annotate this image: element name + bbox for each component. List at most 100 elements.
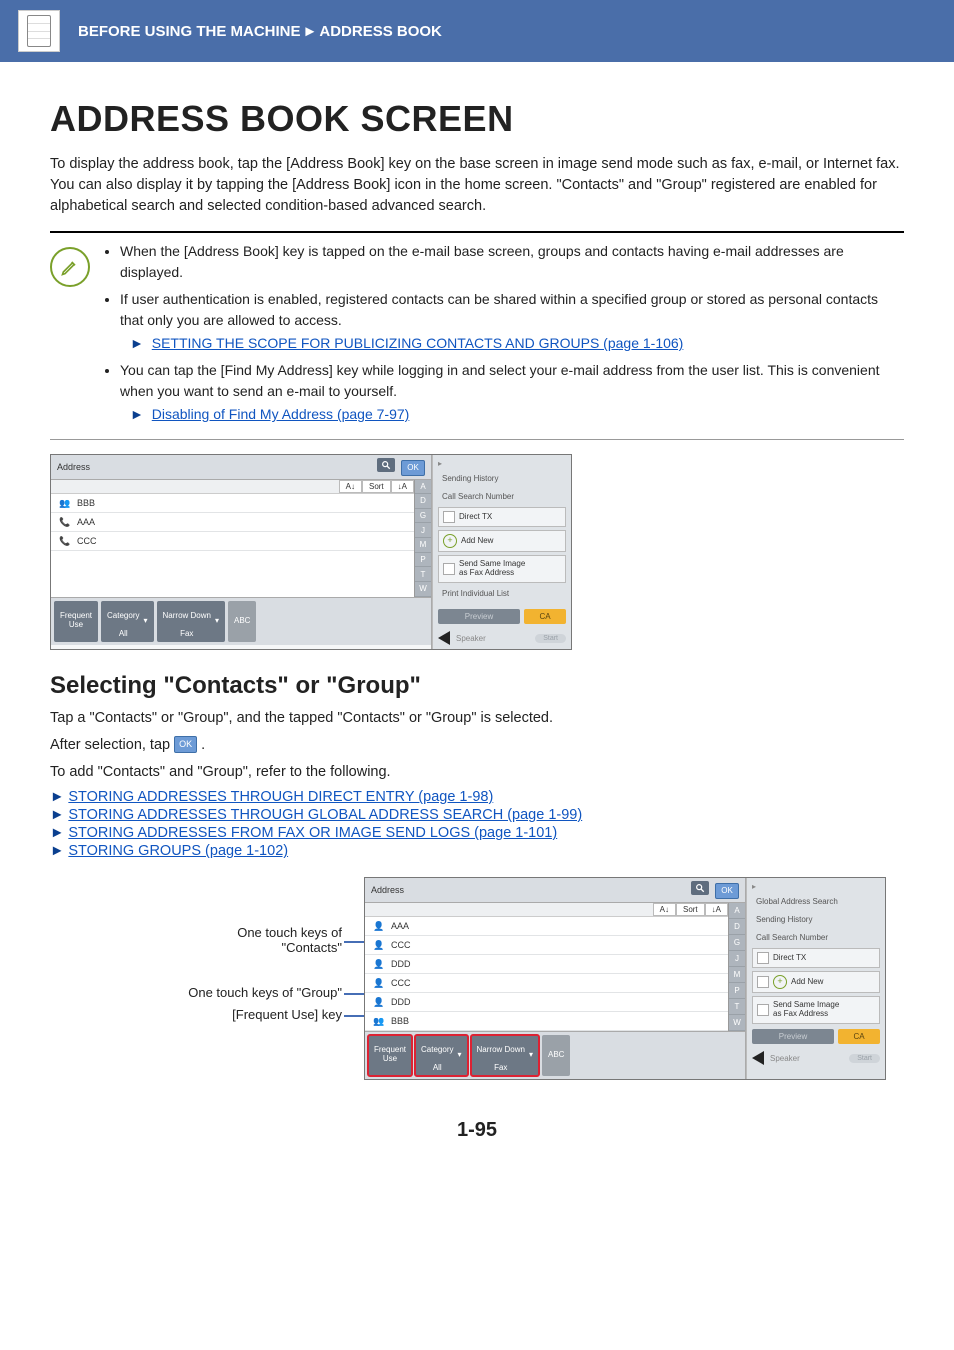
speaker-label: Speaker [770, 1054, 800, 1063]
category-tab[interactable]: Category All ▾ [101, 601, 153, 642]
checkbox-icon [443, 511, 455, 523]
header-bar: BEFORE USING THE MACHINE ► ADDRESS BOOK [0, 0, 954, 62]
alpha-index-item[interactable]: A [729, 903, 745, 919]
abc-tab[interactable]: ABC [542, 1035, 570, 1076]
address-book-screen-figure-2: Address OK A↓ Sort ↓A [364, 877, 886, 1080]
alpha-index-item[interactable]: T [415, 567, 431, 582]
note-text: When the [Address Book] key is tapped on… [120, 243, 844, 280]
note-text: You can tap the [Find My Address] key wh… [120, 362, 880, 399]
list-item[interactable]: 👤CCC [365, 936, 728, 955]
note-list: When the [Address Book] key is tapped on… [104, 241, 904, 425]
alpha-index-item[interactable]: M [415, 538, 431, 553]
preview-button[interactable]: Preview [752, 1029, 834, 1044]
action-item[interactable]: Send Same Image as Fax Address [752, 996, 880, 1024]
action-item[interactable]: Sending History [752, 912, 880, 927]
alpha-index-column: A D G J M P T W [414, 480, 431, 597]
alpha-index-item[interactable]: P [729, 983, 745, 999]
alpha-index-item[interactable]: D [729, 919, 745, 935]
xref-link[interactable]: STORING ADDRESSES THROUGH DIRECT ENTRY (… [68, 789, 493, 805]
alpha-index-item[interactable]: M [729, 967, 745, 983]
sub-paragraph-1: Tap a "Contacts" or "Group", and the tap… [50, 708, 904, 729]
action-item[interactable]: +Add New [752, 971, 880, 993]
header-doc-icon [18, 10, 60, 52]
alpha-index-column: A D G J M P T W [728, 903, 745, 1031]
alpha-index-item[interactable]: W [729, 1015, 745, 1031]
action-item[interactable]: Direct TX [752, 948, 880, 968]
ok-inline-chip: OK [174, 736, 197, 753]
sort-asc-chip[interactable]: A↓ [339, 480, 362, 493]
xref-link[interactable]: STORING GROUPS (page 1-102) [68, 843, 288, 859]
sort-desc-chip[interactable]: ↓A [705, 903, 728, 916]
frequent-use-tab[interactable]: Frequent Use [54, 601, 98, 642]
ok-button[interactable]: OK [401, 460, 425, 476]
action-item[interactable]: Global Address Search [752, 894, 880, 909]
xref-link[interactable]: SETTING THE SCOPE FOR PUBLICIZING CONTAC… [152, 335, 684, 351]
action-item[interactable]: Call Search Number [438, 489, 566, 504]
narrow-down-tab[interactable]: Narrow Down Fax ▾ [157, 601, 225, 642]
divider-top [50, 231, 904, 233]
xref-link[interactable]: STORING ADDRESSES THROUGH GLOBAL ADDRESS… [68, 807, 582, 823]
group-icon: 👥 [59, 498, 71, 508]
list-item[interactable]: 👤CCC [365, 974, 728, 993]
action-item[interactable]: Call Search Number [752, 930, 880, 945]
xref-link[interactable]: Disabling of Find My Address (page 7-97) [152, 406, 410, 422]
abc-tab[interactable]: ABC [228, 601, 256, 642]
link-arrow-icon: ► [130, 335, 144, 351]
narrow-down-tab[interactable]: Narrow Down Fax ▾ [471, 1035, 539, 1076]
page-number: 1-95 [50, 1119, 904, 1172]
speaker-icon [438, 631, 450, 645]
alpha-index-item[interactable]: A [415, 480, 431, 495]
action-item[interactable]: Send Same Image as Fax Address [438, 555, 566, 583]
list-item[interactable]: 👤DDD [365, 955, 728, 974]
address-list: 👥 BBB 📞 AAA 📞 CCC [51, 494, 414, 597]
list-item[interactable]: 📞 CCC [51, 532, 414, 551]
frequent-use-tab[interactable]: Frequent Use [368, 1035, 412, 1076]
start-button[interactable]: Start [849, 1054, 880, 1063]
page-content: ADDRESS BOOK SCREEN To display the addre… [0, 62, 954, 1182]
xref-link[interactable]: STORING ADDRESSES FROM FAX OR IMAGE SEND… [68, 825, 557, 841]
alpha-index-item[interactable]: W [415, 582, 431, 597]
preview-button[interactable]: Preview [438, 609, 520, 624]
sort-desc-chip[interactable]: ↓A [391, 480, 414, 493]
alpha-index-item[interactable]: T [729, 999, 745, 1015]
note-text: If user authentication is enabled, regis… [120, 291, 878, 328]
list-item[interactable]: 📞 AAA [51, 513, 414, 532]
action-item[interactable]: +Add New [438, 530, 566, 552]
breadcrumb-section: BEFORE USING THE MACHINE [78, 23, 301, 40]
alpha-index-item[interactable]: J [415, 523, 431, 538]
sort-bar: A↓ Sort ↓A [51, 480, 414, 494]
ok-button[interactable]: OK [715, 883, 739, 899]
action-item[interactable]: Direct TX [438, 507, 566, 527]
sort-asc-chip[interactable]: A↓ [653, 903, 676, 916]
alpha-index-item[interactable]: D [415, 494, 431, 509]
plus-icon: + [773, 975, 787, 989]
cross-reference-list: ► STORING ADDRESSES THROUGH DIRECT ENTRY … [50, 789, 904, 859]
link-arrow-icon: ► [130, 406, 144, 422]
divider-bottom [50, 439, 904, 440]
list-item[interactable]: 👤DDD [365, 993, 728, 1012]
category-tab[interactable]: Category All ▾ [415, 1035, 467, 1076]
alpha-index-item[interactable]: G [729, 935, 745, 951]
ca-button[interactable]: CA [524, 609, 566, 624]
anno-contacts-label: One touch keys of "Contacts" [52, 925, 342, 955]
tab-label: Narrow Down [163, 611, 211, 620]
phone-icon: 📞 [59, 517, 71, 527]
screen-title: Address [57, 462, 90, 472]
alpha-index-item[interactable]: J [729, 951, 745, 967]
action-item[interactable]: Print Individual List [438, 586, 566, 601]
search-icon[interactable] [691, 881, 709, 895]
sort-label: Sort [362, 480, 391, 493]
list-item[interactable]: 👥BBB [365, 1012, 728, 1031]
list-item[interactable]: 👥 BBB [51, 494, 414, 513]
alpha-index-item[interactable]: G [415, 509, 431, 524]
alpha-index-item[interactable]: P [415, 553, 431, 568]
search-icon[interactable] [377, 458, 395, 472]
list-item[interactable]: 👤AAA [365, 917, 728, 936]
link-arrow-icon: ► [50, 843, 64, 859]
tab-value: Fax [180, 629, 193, 638]
note-item: When the [Address Book] key is tapped on… [120, 241, 904, 283]
tab-value: All [119, 629, 128, 638]
action-item[interactable]: Sending History [438, 471, 566, 486]
ca-button[interactable]: CA [838, 1029, 880, 1044]
start-button[interactable]: Start [535, 634, 566, 643]
